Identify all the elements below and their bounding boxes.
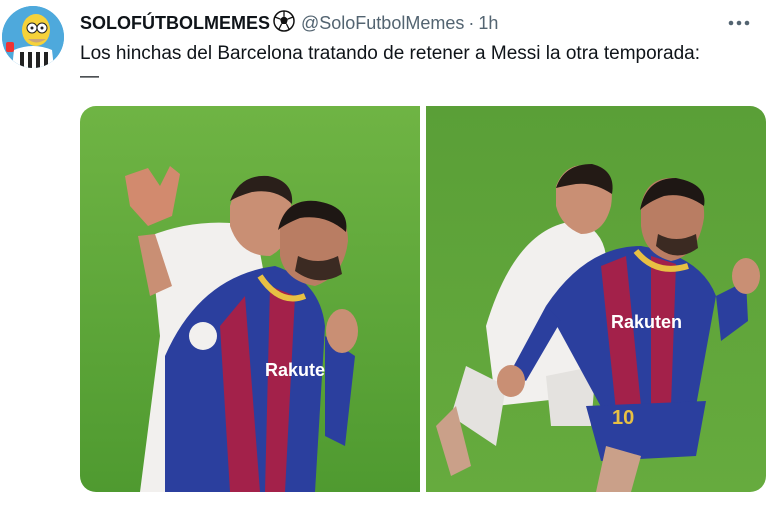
timestamp[interactable]: 1h <box>478 13 498 34</box>
tweet-media: Rakuten Rakuten 10 <box>80 106 766 492</box>
separator-dot: · <box>468 12 475 33</box>
jersey-sponsor-right: Rakuten <box>611 312 682 332</box>
display-name[interactable]: SOLOFÚTBOLMEMES <box>80 13 270 34</box>
tweet-text: Los hinchas del Barcelona tratando de re… <box>80 43 700 64</box>
player-number: 10 <box>612 407 634 429</box>
ellipsis-icon <box>728 20 750 26</box>
handle[interactable]: @SoloFutbolMemes <box>301 13 464 34</box>
media-photo-right[interactable]: Rakuten 10 <box>426 106 766 492</box>
avatar[interactable] <box>2 6 64 68</box>
tweet-header: SOLOFÚTBOLMEMES @SoloFutbolMemes · 1h <box>80 9 758 37</box>
more-button[interactable] <box>724 10 754 36</box>
media-photo-left[interactable]: Rakuten <box>80 106 420 492</box>
tweet-text-line2: — <box>80 66 99 87</box>
avatar-image <box>2 6 64 68</box>
soccer-ball-icon <box>273 9 295 37</box>
